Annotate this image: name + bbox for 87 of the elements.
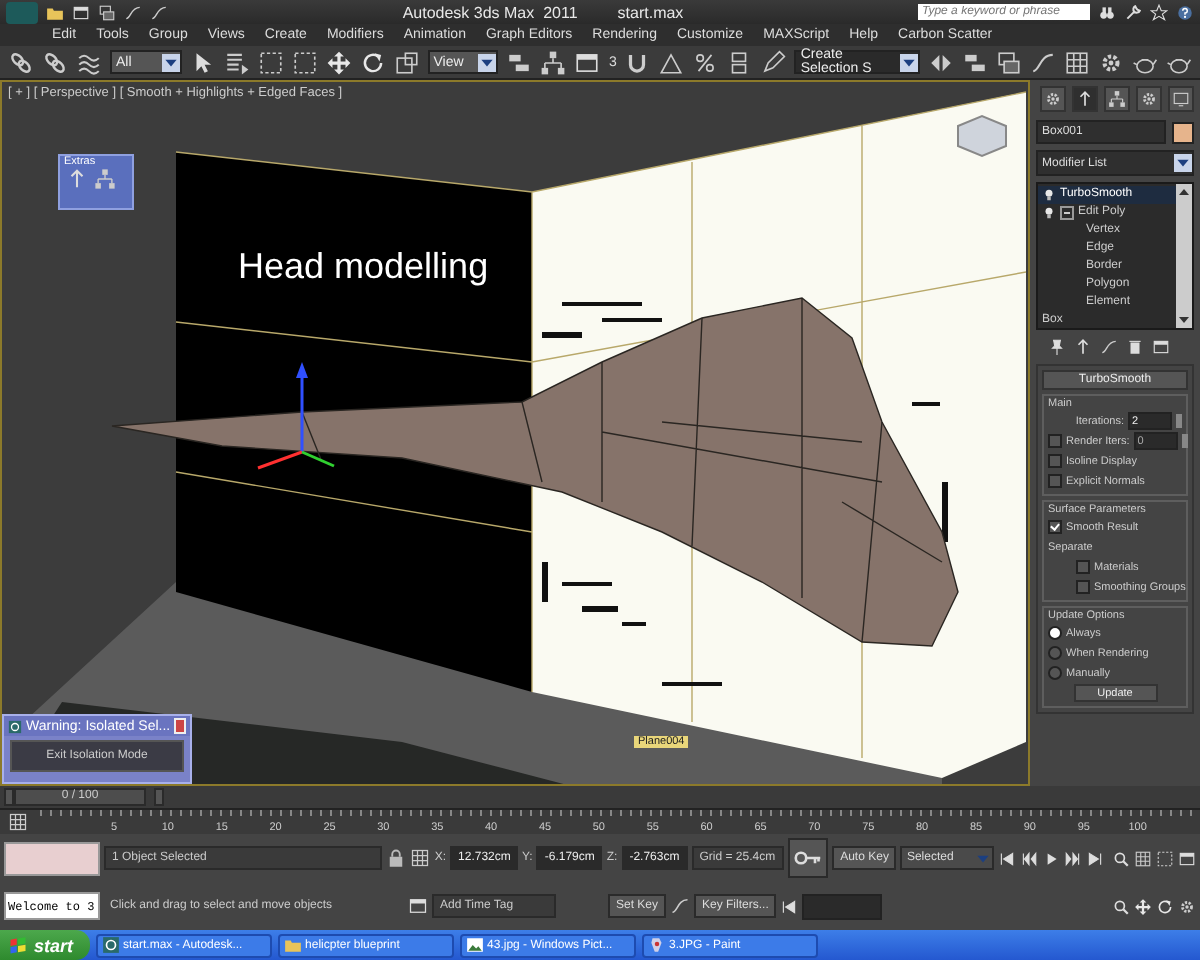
dashed-square-icon[interactable] — [1156, 849, 1174, 867]
step-forward-icon[interactable] — [1064, 849, 1082, 867]
lightbulb-icon[interactable] — [1042, 205, 1056, 220]
paint-icon — [647, 936, 666, 954]
lightbulb-icon[interactable] — [1042, 187, 1056, 202]
zoom-icon[interactable] — [1112, 849, 1130, 867]
layers-icon[interactable] — [98, 3, 116, 21]
zoom-icon[interactable] — [1112, 897, 1130, 915]
move-icon[interactable] — [325, 49, 352, 75]
window-icon[interactable] — [1152, 338, 1170, 356]
wrench-icon[interactable] — [1124, 3, 1142, 21]
play-icon[interactable] — [1042, 849, 1060, 867]
skip-start-icon[interactable] — [998, 849, 1016, 867]
radio-button[interactable] — [1048, 666, 1062, 680]
window-title: Autodesk 3ds Max 2011 — [402, 3, 578, 21]
annotation-text: Head modelling — [238, 246, 489, 288]
magnet-icon[interactable] — [624, 49, 651, 75]
checkbox[interactable] — [1076, 580, 1090, 594]
gear-icon[interactable] — [1178, 897, 1196, 915]
curve-icon[interactable] — [1030, 49, 1057, 75]
window-icon[interactable] — [72, 3, 90, 21]
close-button[interactable] — [174, 718, 186, 734]
frame-field[interactable] — [802, 893, 883, 919]
scale-icon[interactable] — [393, 49, 420, 75]
dashed-square-icon[interactable] — [257, 49, 284, 75]
gear-icon[interactable] — [1140, 90, 1158, 108]
rotate-icon[interactable] — [1156, 897, 1174, 915]
up-arrow-icon[interactable] — [1176, 184, 1192, 200]
caret-down-icon — [1174, 154, 1192, 172]
question-icon[interactable] — [1176, 3, 1194, 21]
file-name: start.max — [617, 3, 684, 21]
hierarchy-icon[interactable] — [540, 49, 567, 75]
max-icon — [8, 719, 22, 733]
move-icon[interactable] — [1134, 897, 1152, 915]
max-icon — [101, 936, 120, 954]
gear-icon[interactable] — [1044, 90, 1062, 108]
grid-icon[interactable] — [410, 848, 431, 868]
checkbox[interactable] — [1048, 474, 1062, 488]
checkbox[interactable] — [1076, 560, 1090, 574]
window-icon[interactable] — [574, 49, 601, 75]
wave-icon[interactable] — [76, 49, 102, 75]
hierarchy-icon[interactable] — [1108, 90, 1126, 108]
picture-icon — [465, 936, 484, 954]
maxscript-listener-field[interactable] — [4, 841, 100, 875]
trash-icon[interactable] — [1126, 338, 1144, 356]
list-icon[interactable] — [223, 49, 250, 75]
dashed-square-icon[interactable] — [291, 49, 318, 75]
window-icon[interactable] — [1178, 849, 1196, 867]
radio-button[interactable] — [1048, 646, 1062, 660]
skip-end-icon[interactable] — [1086, 849, 1104, 867]
curve-icon[interactable] — [1100, 338, 1118, 356]
grid-icon[interactable] — [8, 812, 28, 832]
set-key-button[interactable] — [787, 838, 829, 878]
pencil-icon[interactable] — [760, 49, 787, 75]
gear-icon[interactable] — [1098, 49, 1125, 75]
window-icon[interactable] — [408, 896, 428, 916]
binoculars-icon[interactable] — [1098, 3, 1116, 21]
lock-icon[interactable] — [386, 848, 407, 868]
folder-icon — [283, 936, 302, 954]
skip-start-icon[interactable] — [780, 897, 799, 915]
layers-icon[interactable] — [996, 49, 1023, 75]
grid-icon[interactable] — [1134, 849, 1152, 867]
link-icon[interactable] — [8, 49, 34, 75]
pin-icon[interactable] — [1048, 338, 1066, 356]
star-icon[interactable] — [1150, 3, 1168, 21]
curve-icon[interactable] — [670, 896, 691, 916]
grid-icon[interactable] — [1064, 49, 1091, 75]
checkbox[interactable] — [1048, 434, 1062, 448]
color-swatch[interactable] — [1172, 121, 1194, 143]
down-arrow-icon[interactable] — [1176, 312, 1192, 328]
align-icon[interactable] — [506, 49, 533, 75]
flag-icon — [8, 935, 28, 955]
start-button[interactable]: start — [0, 930, 90, 960]
expand-toggle-icon[interactable] — [1060, 205, 1074, 220]
angle-icon[interactable] — [658, 49, 685, 75]
align-icon[interactable] — [962, 49, 989, 75]
radio-button[interactable] — [1048, 626, 1062, 640]
link-icon[interactable] — [42, 49, 68, 75]
viewcube-icon[interactable] — [957, 114, 1007, 158]
checkbox[interactable] — [1048, 520, 1062, 534]
transform-gizmo-icon[interactable] — [257, 362, 335, 470]
checkbox[interactable] — [1048, 454, 1062, 468]
monitor-icon[interactable] — [1172, 90, 1190, 108]
hierarchy-icon[interactable] — [94, 168, 116, 190]
percent-icon[interactable] — [692, 49, 719, 75]
step-back-icon[interactable] — [1020, 849, 1038, 867]
rotate-icon[interactable] — [359, 49, 386, 75]
